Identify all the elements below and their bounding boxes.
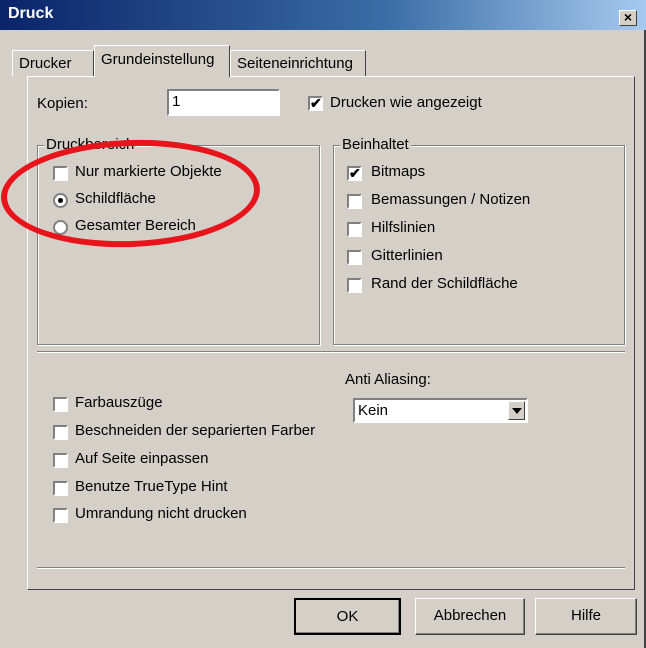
fit-to-page-checkbox[interactable] (53, 453, 68, 468)
sign-area-label: Schildfläche (75, 190, 156, 207)
truetype-hint-checkbox[interactable] (53, 481, 68, 496)
trim-separated-colors-checkbox[interactable] (53, 425, 68, 440)
color-separations-checkbox[interactable] (53, 397, 68, 412)
no-border-print-label: Umrandung nicht drucken (75, 505, 247, 522)
fit-to-page-label: Auf Seite einpassen (75, 450, 209, 467)
cancel-button[interactable]: Abbrechen (415, 598, 525, 635)
separator-bottom (37, 567, 625, 569)
truetype-hint-label: Benutze TrueType Hint (75, 478, 228, 495)
gridlines-label: Gitterlinien (371, 247, 443, 264)
selected-objects-label: Nur markierte Objekte (75, 163, 222, 180)
radio-dot-icon (58, 198, 63, 203)
bitmaps-checkbox[interactable]: ✔ (347, 166, 362, 181)
guides-label: Hilfslinien (371, 219, 436, 236)
dimensions-notes-checkbox[interactable] (347, 194, 362, 209)
dialog-title: Druck (8, 5, 54, 22)
chevron-down-icon (512, 408, 522, 414)
close-icon: × (623, 9, 633, 25)
gridlines-checkbox[interactable] (347, 250, 362, 265)
includes-title: Beinhaltet (340, 136, 411, 153)
ok-button[interactable]: OK (294, 598, 401, 635)
selected-objects-checkbox[interactable] (53, 166, 68, 181)
copies-input[interactable]: 1 (167, 89, 280, 116)
whole-area-radio[interactable] (53, 220, 68, 235)
print-dialog: Druck × Drucker Grundeinstellung Seitene… (0, 0, 646, 648)
dropdown-button[interactable] (508, 401, 525, 420)
check-icon: ✔ (349, 165, 361, 181)
sign-area-radio[interactable] (53, 193, 68, 208)
separator-top (37, 351, 625, 353)
no-border-print-checkbox[interactable] (53, 508, 68, 523)
sign-border-label: Rand der Schildfläche (371, 275, 518, 292)
print-area-title: Druckbereich (44, 136, 137, 153)
help-button[interactable]: Hilfe (535, 598, 637, 635)
print-as-shown-label: Drucken wie angezeigt (330, 94, 482, 111)
dimensions-notes-label: Bemassungen / Notizen (371, 191, 531, 208)
whole-area-label: Gesamter Bereich (75, 217, 196, 234)
anti-aliasing-label: Anti Aliasing: (345, 371, 431, 388)
sign-border-checkbox[interactable] (347, 278, 362, 293)
bitmaps-label: Bitmaps (371, 163, 426, 180)
title-bar: Druck (0, 0, 646, 30)
check-icon: ✔ (310, 95, 322, 111)
tab-grundeinstellung[interactable]: Grundeinstellung (94, 45, 230, 77)
close-button[interactable]: × (619, 10, 637, 26)
guides-checkbox[interactable] (347, 222, 362, 237)
anti-aliasing-value: Kein (358, 402, 389, 419)
color-separations-label: Farbauszüge (75, 394, 163, 411)
tab-drucker[interactable]: Drucker (12, 50, 94, 76)
print-as-shown-checkbox[interactable]: ✔ (308, 96, 323, 111)
trim-separated-colors-label: Beschneiden der separierten Farber (75, 422, 316, 439)
tab-seiteneinrichtung[interactable]: Seiteneinrichtung (230, 50, 366, 76)
anti-aliasing-select[interactable]: Kein (353, 398, 528, 423)
copies-label: Kopien: (37, 95, 88, 112)
